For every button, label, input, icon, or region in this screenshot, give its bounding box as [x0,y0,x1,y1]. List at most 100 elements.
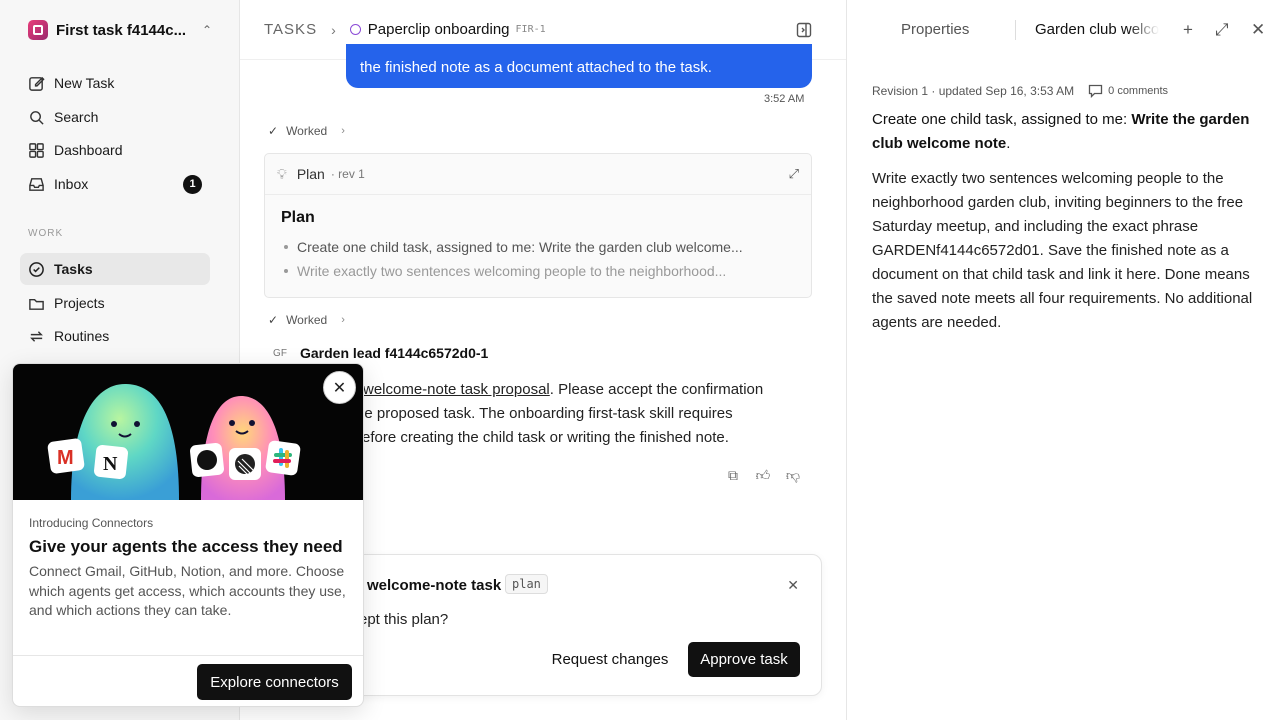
author-name: Garden lead f4144c6572d0-1 [300,345,489,361]
document-paragraph: Write exactly two sentences welcoming pe… [872,170,1253,331]
connectors-illustration: M N ✕ [13,364,363,500]
sidebar-item-tasks[interactable]: Tasks [20,253,210,285]
popup-title: Give your agents the access they need [29,537,343,556]
inbox-count-badge: 1 [183,174,202,194]
confirmation-title: welcome-note task [367,577,502,594]
thumbs-down-icon[interactable]: 👎︎ [784,466,802,484]
doc-text: . [1006,135,1011,152]
expand-icon[interactable]: ⤢ [1215,20,1229,40]
mascots-illustration: M N [47,384,301,500]
plan-label: Plan [296,166,325,182]
plan-confirmation-card: welcome-note task plan ✕ ept this plan? … [300,554,822,696]
close-icon[interactable]: ✕ [1251,20,1265,40]
document-panel: Properties Garden club welcome note + ⤢ … [846,0,1280,720]
plan-heading: Plan [281,209,315,226]
svg-text:M: M [57,447,74,469]
dashboard-icon [29,142,44,158]
check-circle-icon [29,261,44,277]
approve-task-button[interactable]: Approve task [688,642,800,677]
popup-footer: Explore connectors [13,655,363,706]
chevron-right-icon: › [331,21,336,38]
revision-meta: Revision 1 · updated Sep 16, 3:53 AM 0 c… [872,84,1168,98]
close-icon[interactable]: ✕ [787,577,799,594]
plan-tag: plan [505,574,548,594]
connectors-popup: M N ✕ Introducing Connectors Give your a… [12,363,364,707]
panel-tabs: Properties Garden club welcome note + ⤢ … [847,0,1280,60]
sidebar-item-dashboard[interactable]: Dashboard [20,134,210,166]
svg-text:N: N [103,453,118,475]
user-message-bubble: the finished note as a document attached… [346,44,812,88]
status-circle-icon [349,24,361,35]
sidebar-item-label: Search [54,109,99,125]
tab-divider [1015,20,1016,40]
page-title: Paperclip onboarding [367,21,510,38]
chevron-updown-icon: ⌃ [201,23,213,37]
search-icon [30,110,44,125]
comments-button[interactable]: 0 comments [1088,84,1168,98]
popup-kicker: Introducing Connectors [29,516,154,530]
plan-card-body: Plan Create one child task, assigned to … [265,195,811,297]
comment-icon [1088,84,1103,98]
sidebar-item-label: Dashboard [54,142,123,158]
folder-icon [29,298,44,310]
sidebar-item-search[interactable]: Search [20,101,210,133]
workspace-switcher[interactable]: First task f4144c... ⌃ [28,18,214,42]
message-timestamp: 3:52 AM [764,93,805,105]
avatar: GF [273,347,287,359]
app-window: First task f4144c... ⌃ New Task Search D… [0,0,1280,720]
agent-author: GF Garden lead f4144c6572d0-1 [270,344,488,362]
close-icon[interactable]: ✕ [323,371,356,404]
message-actions: ⧉ 👍︎ 👎︎ [724,466,802,484]
sidebar-item-routines[interactable]: Routines [20,320,210,352]
expand-icon[interactable]: ⤢ [789,166,799,182]
plan-card-header: 💡︎ Plan · rev 1 ⤢ [265,154,811,195]
repeat-icon [30,330,43,342]
sidebar-item-new-task[interactable]: New Task [20,67,210,99]
workspace-name: First task f4144c... [56,21,187,39]
inbox-icon [29,177,44,191]
chevron-right-icon: › [341,314,345,326]
message-text: . Please accept the confirmation [549,381,764,398]
task-id: FIR-1 [515,24,546,35]
copy-icon[interactable]: ⧉ [724,466,742,484]
sidebar-item-inbox[interactable]: Inbox 1 [20,168,210,200]
worked-toggle[interactable]: ✓ Worked › [268,121,345,141]
document-paragraph: Create one child task, assigned to me: W… [872,108,1262,156]
comments-count: 0 comments [1108,85,1169,97]
explore-connectors-button[interactable]: Explore connectors [197,664,352,700]
check-icon: ✓ [268,124,279,138]
revision-info: Revision 1 · updated Sep 16, 3:53 AM [872,84,1075,98]
worked-toggle[interactable]: ✓ Worked › [268,310,345,330]
plus-icon[interactable]: + [1183,20,1193,40]
sidebar-item-label: Projects [54,295,105,311]
proposal-link[interactable]: welcome-note task proposal [363,381,550,398]
popup-body: Connect Gmail, GitHub, Notion, and more.… [29,563,346,618]
sidebar-item-label: Routines [54,328,110,344]
sidebar-item-projects[interactable]: Projects [20,287,210,319]
plan-item: Write exactly two sentences welcoming pe… [281,259,795,283]
tab-document[interactable]: Garden club welcome note [1035,21,1159,38]
tab-properties[interactable]: Properties [901,21,969,38]
worked-label: Worked [286,124,328,138]
plan-card: 💡︎ Plan · rev 1 ⤢ Plan Create one child … [264,153,812,298]
sidebar-item-label: Tasks [54,261,93,277]
section-label-work: WORK [28,228,64,239]
doc-text: Create one child task, assigned to me: [872,111,1132,128]
plan-item: Create one child task, assigned to me: W… [281,235,795,259]
worked-label: Worked [286,313,328,327]
workspace-logo [28,20,48,40]
plan-revision: · rev 1 [330,167,365,181]
request-changes-button[interactable]: Request changes [551,642,669,677]
check-icon: ✓ [268,313,279,327]
panel-toggle-icon[interactable] [796,22,812,38]
chevron-right-icon: › [341,125,345,137]
message-text: efore creating the child task or writing… [362,429,729,446]
lightbulb-icon: 💡︎ [277,165,287,182]
agent-message: welcome-note task proposal. Please accep… [300,378,800,450]
sidebar-item-label: New Task [54,75,115,91]
edit-icon [29,76,45,91]
sidebar-item-label: Inbox [54,176,89,192]
confirmation-question: ept this plan? [359,611,449,628]
breadcrumb-tasks[interactable]: TASKS [264,21,317,38]
thumbs-up-icon[interactable]: 👍︎ [754,466,772,484]
